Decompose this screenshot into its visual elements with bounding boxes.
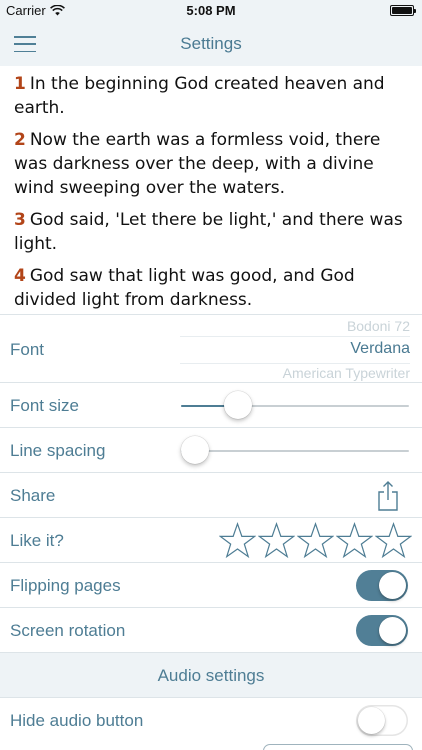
verse-4: 4 God saw that light was good, and God di… bbox=[14, 264, 408, 312]
battery-icon bbox=[390, 5, 416, 16]
share-icon[interactable] bbox=[376, 481, 400, 511]
status-time: 5:08 PM bbox=[186, 3, 236, 18]
verse-text: Now the earth was a formless void, there… bbox=[14, 130, 381, 198]
star-outline-icon[interactable] bbox=[219, 522, 256, 559]
verse-number: 3 bbox=[14, 210, 26, 230]
font-option[interactable]: American Typewriter bbox=[180, 365, 410, 381]
slider-thumb[interactable] bbox=[180, 436, 209, 464]
like-label: Like it? bbox=[10, 531, 64, 550]
hide-audio-row: Hide audio button bbox=[0, 697, 422, 742]
hide-audio-toggle[interactable] bbox=[356, 705, 408, 736]
font-picker[interactable]: Bodoni 72 Verdana American Typewriter bbox=[180, 315, 410, 383]
verse-text: In the beginning God created heaven and … bbox=[14, 74, 385, 118]
verse-text: God saw that light was good, and God div… bbox=[14, 266, 355, 310]
font-size-row: Font size bbox=[0, 382, 422, 427]
font-option-selected[interactable]: Verdana bbox=[180, 340, 410, 358]
verse-2: 2 Now the earth was a formless void, ther… bbox=[14, 128, 408, 200]
settings-list: Font Bodoni 72 Verdana American Typewrit… bbox=[0, 314, 422, 742]
screen-rotation-toggle[interactable] bbox=[356, 615, 408, 646]
screen-rotation-row: Screen rotation bbox=[0, 607, 422, 652]
star-outline-icon[interactable] bbox=[297, 522, 334, 559]
audio-settings-header: Audio settings bbox=[0, 652, 422, 697]
star-outline-icon[interactable] bbox=[375, 522, 412, 559]
line-spacing-row: Line spacing bbox=[0, 427, 422, 472]
slider-thumb[interactable] bbox=[224, 391, 252, 419]
share-row[interactable]: Share bbox=[0, 472, 422, 517]
hide-audio-label: Hide audio button bbox=[10, 711, 144, 730]
page-title: Settings bbox=[180, 34, 242, 53]
font-size-slider[interactable] bbox=[181, 383, 409, 428]
flipping-pages-label: Flipping pages bbox=[10, 576, 121, 595]
verse-3: 3 God said, 'Let there be light,' and the… bbox=[14, 208, 408, 256]
verse-number: 4 bbox=[14, 266, 26, 286]
star-rating[interactable] bbox=[219, 522, 412, 559]
star-outline-icon[interactable] bbox=[336, 522, 373, 559]
text-preview: 1 In the beginning God created heaven and… bbox=[0, 66, 422, 314]
verse-text: God said, 'Let there be light,' and ther… bbox=[14, 210, 403, 254]
verse-1: 1 In the beginning God created heaven and… bbox=[14, 72, 408, 120]
font-row: Font Bodoni 72 Verdana American Typewrit… bbox=[0, 314, 422, 382]
font-label: Font bbox=[10, 340, 45, 359]
navigation-bar: Settings bbox=[0, 22, 422, 66]
screen-rotation-label: Screen rotation bbox=[10, 621, 126, 640]
line-spacing-slider[interactable] bbox=[180, 428, 409, 473]
flipping-pages-toggle[interactable] bbox=[356, 570, 408, 601]
star-outline-icon[interactable] bbox=[258, 522, 295, 559]
verse-number: 1 bbox=[14, 74, 26, 94]
like-row: Like it? bbox=[0, 517, 422, 562]
verse-number: 2 bbox=[14, 130, 26, 150]
font-size-label: Font size bbox=[10, 396, 79, 415]
flipping-pages-row: Flipping pages bbox=[0, 562, 422, 607]
font-option[interactable]: Bodoni 72 bbox=[180, 318, 410, 334]
status-bar: Carrier 5:08 PM bbox=[0, 0, 422, 22]
audio-settings-title: Audio settings bbox=[157, 666, 265, 685]
line-spacing-label: Line spacing bbox=[10, 441, 106, 460]
next-control-peek[interactable] bbox=[263, 744, 413, 750]
share-label: Share bbox=[10, 486, 56, 505]
